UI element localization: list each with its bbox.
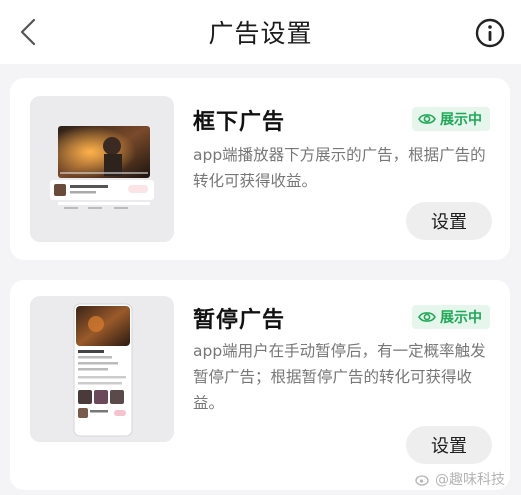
eye-icon: [418, 312, 436, 322]
ad-title: 暂停广告: [193, 308, 286, 333]
ad-title: 框下广告: [193, 110, 286, 135]
ad-card-bottom-banner: 框下广告 展示中 app端播放器下方展示的广告，根据广告的转化可获得收益。 设置: [10, 78, 510, 260]
eye-icon: [418, 114, 436, 124]
status-badge: 展示中: [412, 107, 490, 131]
watermark-text: @趣味科技: [435, 472, 505, 488]
watermark: @趣味科技: [415, 469, 505, 489]
weibo-logo-icon: [415, 475, 429, 486]
ad-preview-thumbnail: [30, 296, 174, 442]
ad-card-pause: 暂停广告 展示中 app端用户在手动暂停后，有一定概率触发暂停广告；根据暂停广告…: [10, 280, 510, 490]
status-badge: 展示中: [412, 305, 490, 329]
top-app-bar: 广告设置: [0, 0, 521, 64]
info-button[interactable]: [473, 16, 507, 50]
status-label: 展示中: [440, 310, 482, 326]
ad-description: app端播放器下方展示的广告，根据广告的转化可获得收益。: [193, 146, 486, 190]
ad-description: app端用户在手动暂停后，有一定概率触发暂停广告；根据暂停广告的转化可获得收益。: [193, 342, 486, 412]
info-circle-icon: [475, 18, 505, 48]
settings-button[interactable]: 设置: [406, 426, 492, 464]
status-label: 展示中: [440, 112, 482, 128]
ad-preview-thumbnail: [30, 96, 174, 242]
settings-button[interactable]: 设置: [406, 202, 492, 240]
page-title: 广告设置: [208, 19, 313, 48]
